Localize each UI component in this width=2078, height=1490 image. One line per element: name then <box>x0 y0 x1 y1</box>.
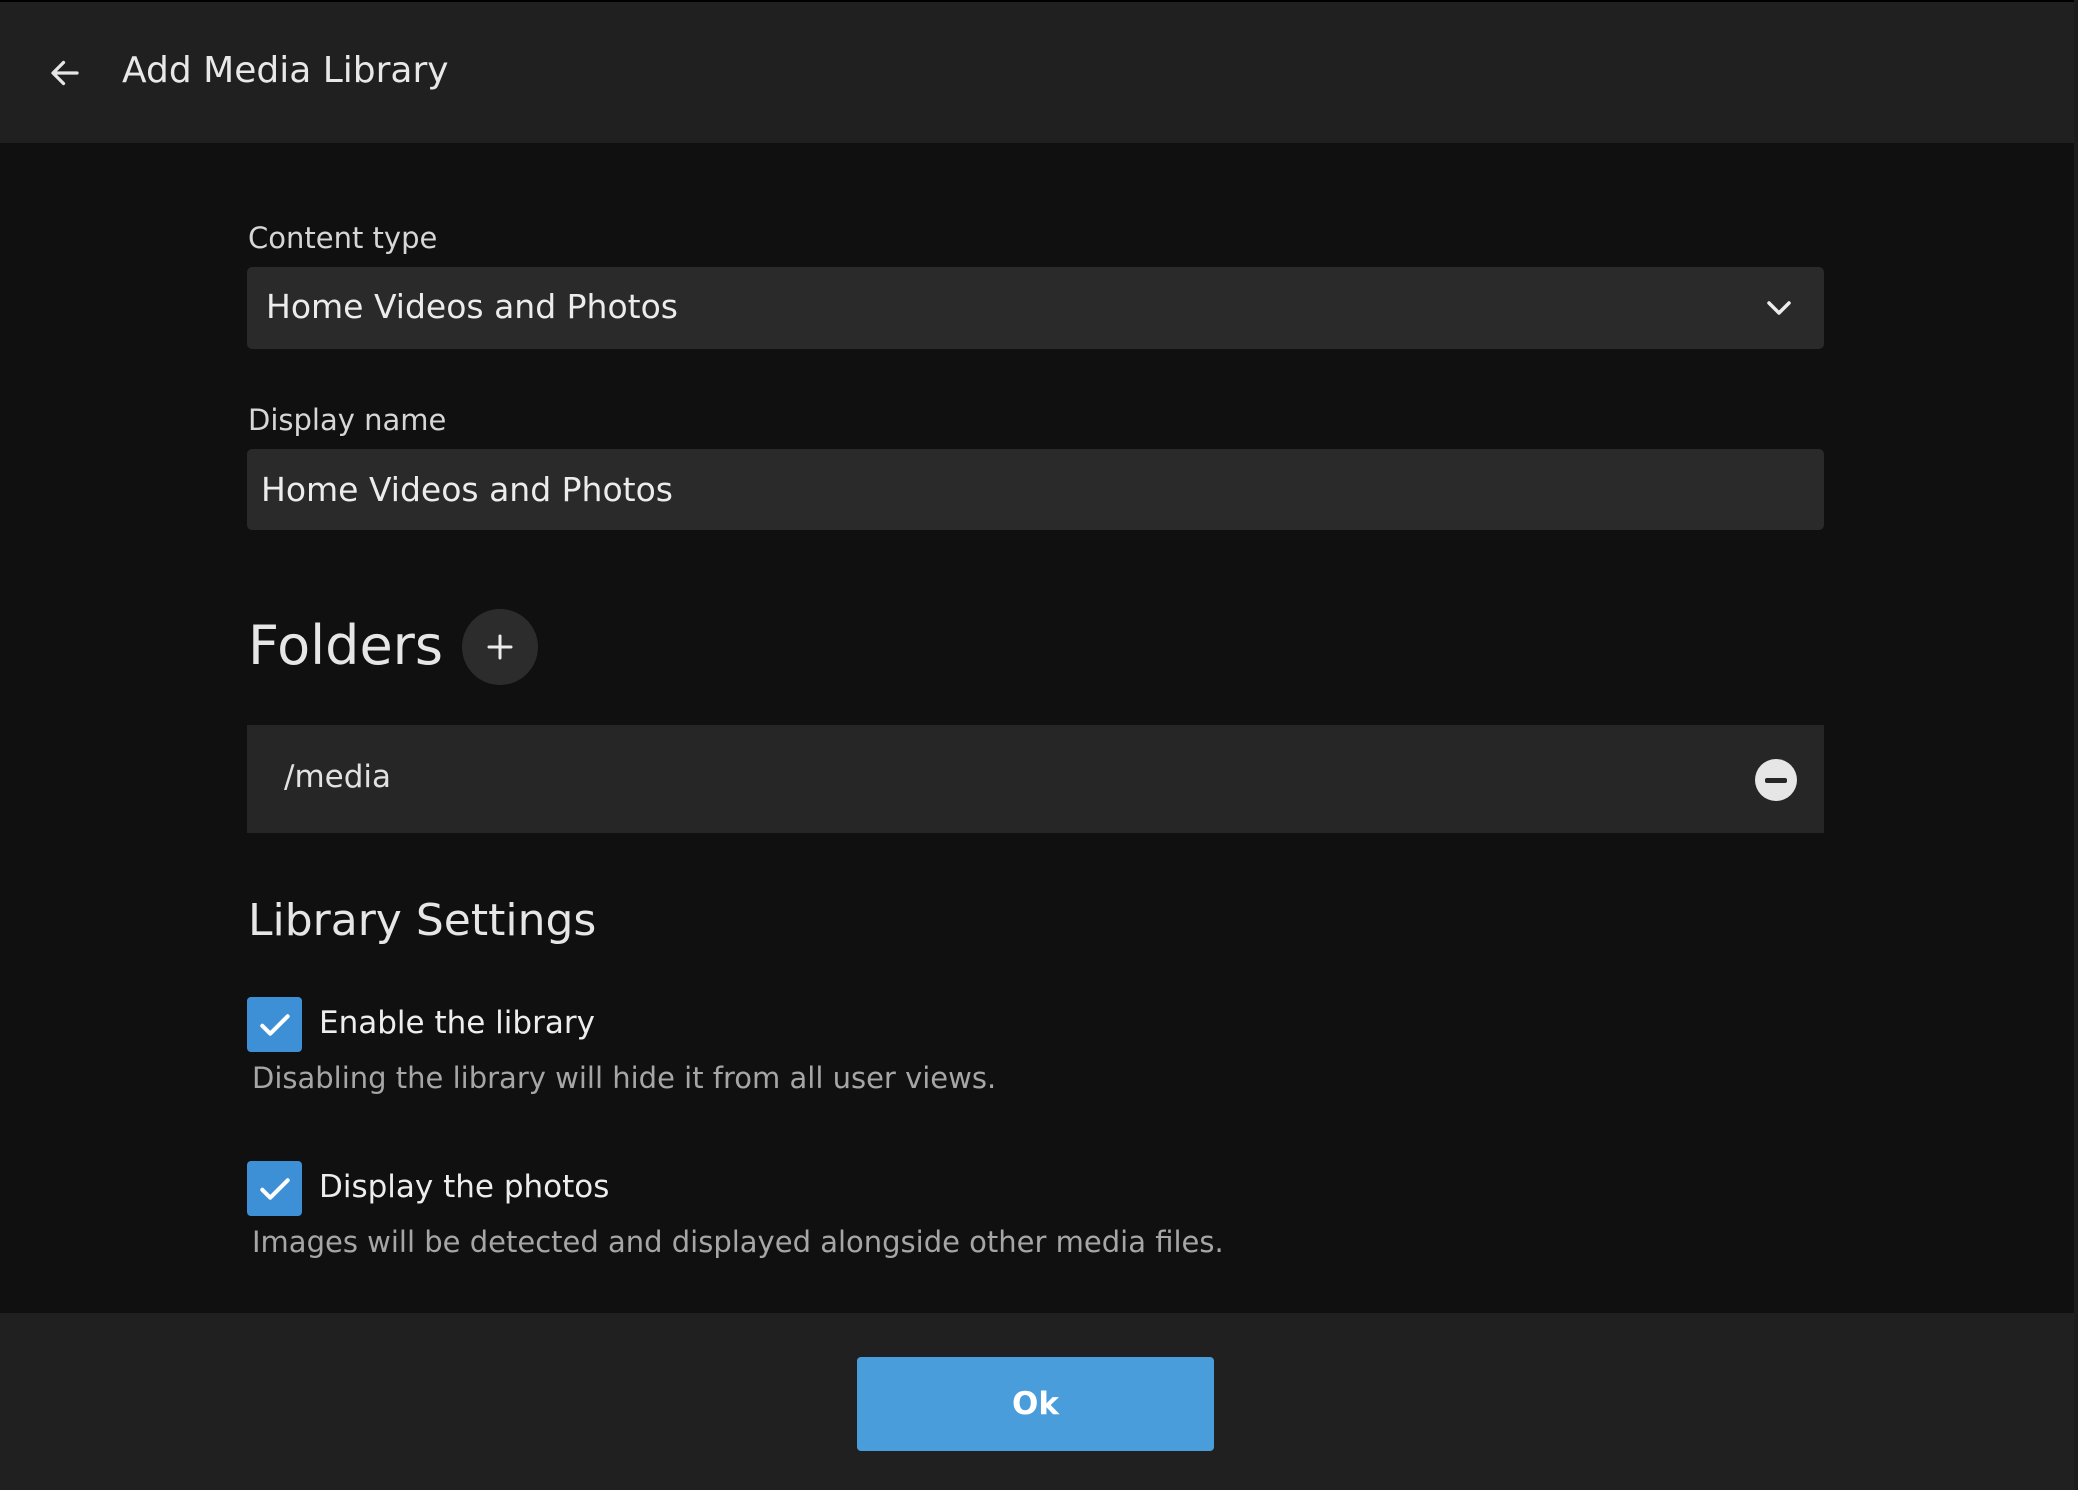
chevron-down-icon <box>1767 301 1791 315</box>
display-photos-checkbox[interactable] <box>247 1161 302 1216</box>
add-media-library-dialog: Add Media Library Content type Home Vide… <box>0 0 2078 1490</box>
back-button[interactable] <box>36 44 94 102</box>
content-type-label: Content type <box>248 221 438 255</box>
checkmark-icon <box>259 1013 290 1036</box>
checkmark-icon <box>259 1177 290 1200</box>
folder-path: /media <box>284 759 392 795</box>
content-type-value: Home Videos and Photos <box>266 287 678 326</box>
ok-button[interactable]: Ok <box>857 1357 1214 1451</box>
plus-icon <box>487 634 513 660</box>
library-settings-title: Library Settings <box>248 895 597 946</box>
folders-title: Folders <box>248 614 444 677</box>
display-photos-description: Images will be detected and displayed al… <box>252 1225 1224 1259</box>
display-photos-label[interactable]: Display the photos <box>319 1169 609 1205</box>
arrow-left-icon <box>51 60 79 86</box>
display-name-input[interactable] <box>247 449 1824 530</box>
add-folder-button[interactable] <box>462 609 538 685</box>
enable-library-checkbox[interactable] <box>247 997 302 1052</box>
content-type-select[interactable]: Home Videos and Photos <box>247 267 1824 349</box>
dialog-header: Add Media Library <box>0 0 2074 143</box>
enable-library-description: Disabling the library will hide it from … <box>252 1061 997 1095</box>
remove-folder-button[interactable] <box>1755 759 1797 801</box>
folder-list-item[interactable]: /media <box>247 725 1824 833</box>
dialog-title: Add Media Library <box>122 50 449 91</box>
dialog-footer: Ok <box>0 1313 2074 1490</box>
minus-circle-icon <box>1765 777 1787 783</box>
enable-library-label[interactable]: Enable the library <box>319 1005 595 1041</box>
display-name-label: Display name <box>248 403 447 437</box>
